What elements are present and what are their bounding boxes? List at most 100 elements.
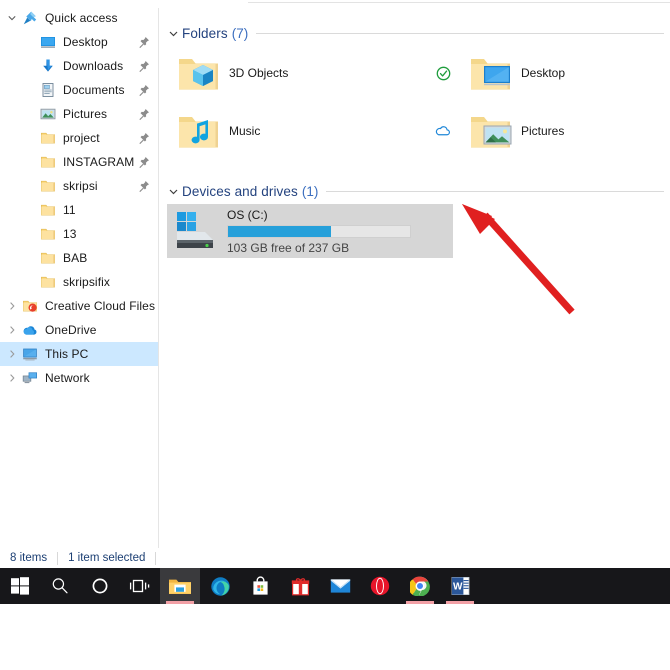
chevron-right-icon[interactable] <box>4 318 20 342</box>
sidebar-item-label: Creative Cloud Files <box>45 299 156 313</box>
pin-icon[interactable] <box>138 84 150 97</box>
chevron-placeholder <box>4 198 20 222</box>
search-button[interactable] <box>40 568 80 604</box>
mail-button[interactable] <box>320 568 360 604</box>
pin-icon[interactable] <box>138 156 150 169</box>
folder-icon <box>38 248 58 268</box>
sidebar-item-label: Documents <box>63 83 125 97</box>
onedrive-icon <box>20 320 40 340</box>
chevron-placeholder <box>4 174 20 198</box>
content-pane[interactable]: Folders (7) 3D Objects Desktop Music Pictur… <box>159 6 670 540</box>
folder-tile[interactable]: Pictures <box>435 106 670 156</box>
network-icon <box>20 368 40 388</box>
group-count: (7) <box>231 25 249 41</box>
sidebar-item-13[interactable]: 13 <box>0 222 158 246</box>
task-view-button[interactable] <box>120 568 160 604</box>
pin-icon[interactable] <box>138 180 150 193</box>
folders-grid[interactable]: 3D Objects Desktop Music Pictures <box>159 44 670 178</box>
task-view-icon <box>129 576 151 596</box>
drive-tile[interactable]: OS (C:) 103 GB free of 237 GB <box>167 204 453 258</box>
start-button[interactable] <box>0 568 40 604</box>
opera-button[interactable] <box>360 568 400 604</box>
sidebar-item-documents[interactable]: Documents <box>0 78 158 102</box>
folder-icon <box>38 152 58 172</box>
group-title: Folders <box>182 25 228 41</box>
downloads-icon <box>38 56 58 76</box>
svg-text:W: W <box>452 582 462 593</box>
windows-logo-icon <box>10 576 30 596</box>
sidebar-item-label: 13 <box>63 227 77 241</box>
drive-capacity-bar <box>227 224 411 238</box>
pin-icon[interactable] <box>138 108 150 121</box>
drive-free-space-text: 103 GB free of 237 GB <box>227 240 350 255</box>
file-explorer-button[interactable] <box>160 568 200 604</box>
sidebar-item-onedrive[interactable]: OneDrive <box>0 318 158 342</box>
group-title: Devices and drives <box>182 183 298 199</box>
sidebar-item-label: Downloads <box>63 59 124 73</box>
folder-tile[interactable]: Desktop <box>436 48 670 98</box>
sidebar-item-network[interactable]: Network <box>0 366 158 390</box>
drive-capacity-fill <box>228 225 331 237</box>
sidebar-item-quick-access[interactable]: Quick access <box>0 6 158 30</box>
sidebar-item-skripsifix[interactable]: skripsifix <box>0 270 158 294</box>
chevron-placeholder <box>4 270 20 294</box>
taskbar[interactable]: W <box>0 568 670 604</box>
sidebar-item-this-pc[interactable]: This PC <box>0 342 158 366</box>
folder-name: Pictures <box>521 123 565 138</box>
status-selection-count: 1 item selected <box>68 552 146 564</box>
navigation-pane[interactable]: Quick access Desktop Downloads Documents Pic… <box>0 6 158 548</box>
microsoft-store-button[interactable] <box>240 568 280 604</box>
chevron-right-icon[interactable] <box>4 294 20 318</box>
sidebar-item-11[interactable]: 11 <box>0 198 158 222</box>
edge-button[interactable] <box>200 568 240 604</box>
sidebar-item-label: OneDrive <box>45 323 97 337</box>
folder-tile[interactable]: 3D Objects <box>169 48 451 98</box>
sidebar-item-label: BAB <box>63 251 88 265</box>
sidebar-item-instagram[interactable]: INSTAGRAM <box>0 150 158 174</box>
sidebar-item-creative-cloud-files[interactable]: Creative Cloud Files <box>0 294 158 318</box>
store-bag-icon <box>251 576 270 596</box>
sidebar-item-bab[interactable]: BAB <box>0 246 158 270</box>
sidebar-item-project[interactable]: project <box>0 126 158 150</box>
pin-icon[interactable] <box>138 36 150 49</box>
mail-envelope-icon <box>330 578 351 594</box>
chevron-down-icon[interactable] <box>4 6 20 30</box>
sidebar-item-label: skripsifix <box>63 275 111 289</box>
sync-check-icon <box>435 65 451 81</box>
windows-hard-drive-icon <box>167 204 227 258</box>
chevron-right-icon[interactable] <box>4 366 20 390</box>
chrome-button[interactable] <box>400 568 440 604</box>
pin-icon[interactable] <box>138 132 150 145</box>
cortana-button[interactable] <box>80 568 120 604</box>
content-top-border <box>248 2 670 3</box>
group-header-devices[interactable]: Devices and drives (1) <box>159 180 670 202</box>
chevron-down-icon[interactable] <box>168 28 182 39</box>
sidebar-item-label: Desktop <box>63 35 108 49</box>
folder-tile[interactable]: Music <box>169 106 451 156</box>
pin-icon[interactable] <box>138 60 150 73</box>
folder-icon <box>38 176 58 196</box>
sidebar-item-label: 11 <box>63 203 76 217</box>
sidebar-item-label: INSTAGRAM <box>63 155 135 169</box>
word-button[interactable]: W <box>440 568 480 604</box>
sidebar-item-label: This PC <box>45 347 89 361</box>
sidebar-item-pictures[interactable]: Pictures <box>0 102 158 126</box>
sidebar-item-label: skripsi <box>63 179 98 193</box>
sidebar-item-desktop[interactable]: Desktop <box>0 30 158 54</box>
chevron-down-icon[interactable] <box>168 186 182 197</box>
folder-name: Music <box>229 123 261 138</box>
group-count: (1) <box>301 183 319 199</box>
star-pin-icon <box>20 8 40 28</box>
folder-desktop-icon <box>436 48 521 98</box>
sidebar-item-label: Network <box>45 371 90 385</box>
gift-app-button[interactable] <box>280 568 320 604</box>
drives-grid[interactable]: OS (C:) 103 GB free of 237 GB <box>159 202 670 278</box>
sidebar-item-downloads[interactable]: Downloads <box>0 54 158 78</box>
group-header-folders[interactable]: Folders (7) <box>159 22 670 44</box>
documents-icon <box>38 80 58 100</box>
sidebar-item-skripsi[interactable]: skripsi <box>0 174 158 198</box>
sidebar-item-label: Pictures <box>63 107 108 121</box>
chevron-right-icon[interactable] <box>4 342 20 366</box>
chrome-icon <box>410 576 430 596</box>
status-item-count: 8 items <box>10 552 48 564</box>
